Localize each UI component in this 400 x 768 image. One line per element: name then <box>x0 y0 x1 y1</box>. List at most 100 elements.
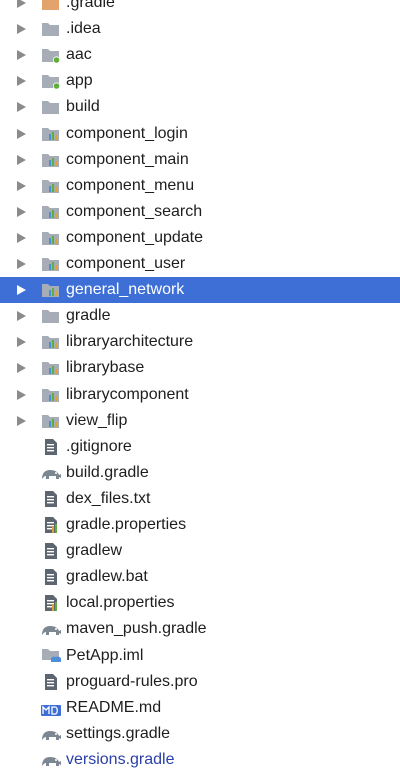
expand-arrow-icon[interactable] <box>17 232 26 243</box>
tree-item-label: component_login <box>66 124 188 142</box>
tree-item-label: aac <box>66 46 92 64</box>
tree-item-dex-files-txt[interactable]: dex_files.txt <box>0 486 400 512</box>
text-file-icon <box>40 542 62 560</box>
tree-item-label: component_main <box>66 150 189 168</box>
tree-item-label: general_network <box>66 281 185 299</box>
tree-item-label: .gradle <box>66 0 115 11</box>
folder-orange-icon <box>40 0 62 12</box>
library-folder-icon <box>40 177 62 195</box>
tree-item-component-search[interactable]: component_search <box>0 199 400 225</box>
tree-item-gitignore[interactable]: .gitignore <box>0 434 400 460</box>
tree-item-label: README.md <box>66 698 162 716</box>
library-folder-icon <box>40 255 62 273</box>
expand-arrow-icon[interactable] <box>17 337 26 348</box>
tree-item-component-main[interactable]: component_main <box>0 147 400 173</box>
library-folder-icon <box>40 281 62 299</box>
tree-item-librarybase[interactable]: librarybase <box>0 355 400 381</box>
library-folder-icon <box>40 412 62 430</box>
tree-item-label: libraryarchitecture <box>66 333 194 351</box>
library-folder-icon <box>40 229 62 247</box>
tree-item-gradle-properties[interactable]: gradle.properties <box>0 512 400 538</box>
library-folder-icon <box>40 151 62 169</box>
expand-arrow-icon[interactable] <box>17 102 26 113</box>
tree-item-label: PetApp.iml <box>66 646 144 664</box>
library-folder-icon <box>40 386 62 404</box>
tree-item-label: component_search <box>66 202 203 220</box>
tree-item-gradlew-bat[interactable]: gradlew.bat <box>0 564 400 590</box>
tree-item-label: .gitignore <box>66 437 132 455</box>
library-folder-icon <box>40 203 62 221</box>
project-tree: .gradle .idea aac app build component_loginco… <box>0 0 400 768</box>
expand-arrow-icon[interactable] <box>17 180 26 191</box>
expand-arrow-icon[interactable] <box>17 259 26 269</box>
text-file-icon <box>40 490 62 508</box>
tree-item-component-update[interactable]: component_update <box>0 225 400 251</box>
expand-arrow-icon[interactable] <box>17 154 26 165</box>
tree-item-gradle[interactable]: gradle <box>0 303 400 329</box>
tree-item-proguard-rules-pro[interactable]: proguard-rules.pro <box>0 669 400 695</box>
tree-item-label: gradlew.bat <box>66 568 148 586</box>
tree-item-label: maven_push.gradle <box>66 620 207 638</box>
expand-arrow-icon[interactable] <box>17 285 26 296</box>
folder-icon <box>40 98 62 116</box>
tree-item-app[interactable]: app <box>0 68 400 94</box>
expand-arrow-icon[interactable] <box>17 76 26 87</box>
text-file-icon <box>40 673 62 691</box>
expand-arrow-icon[interactable] <box>17 50 26 61</box>
tree-item-component-login[interactable]: component_login <box>0 121 400 147</box>
tree-item-general-network[interactable]: general_network <box>0 277 400 304</box>
tree-item-label: component_update <box>66 228 203 246</box>
tree-item-label: settings.gradle <box>66 724 171 742</box>
tree-item-settings-gradle[interactable]: settings.gradle <box>0 721 400 747</box>
tree-item-idea[interactable]: .idea <box>0 16 400 42</box>
expand-arrow-icon[interactable] <box>17 311 26 322</box>
tree-item-label: gradlew <box>66 542 123 560</box>
tree-item-libraryarchitecture[interactable]: libraryarchitecture <box>0 329 400 355</box>
module-folder-icon <box>40 72 62 90</box>
tree-item-label: build <box>66 98 100 116</box>
gradle-elephant-icon <box>40 751 62 768</box>
expand-arrow-icon[interactable] <box>17 128 26 139</box>
tree-item-librarycomponent[interactable]: librarycomponent <box>0 382 400 408</box>
tree-item-label: versions.gradle <box>66 750 175 768</box>
tree-item-petapp-iml[interactable]: PetApp.iml <box>0 643 400 669</box>
module-folder-icon <box>40 46 62 64</box>
library-folder-icon <box>40 359 62 377</box>
tree-item-label: app <box>66 72 93 90</box>
tree-item-build[interactable]: build <box>0 94 400 120</box>
tree-item-label: component_user <box>66 255 186 272</box>
tree-item-gradle[interactable]: .gradle <box>0 0 400 16</box>
tree-item-component-menu[interactable]: component_menu <box>0 173 400 199</box>
expand-arrow-icon[interactable] <box>17 363 26 374</box>
folder-icon <box>40 20 62 38</box>
tree-item-versions-gradle[interactable]: versions.gradle <box>0 747 400 768</box>
text-file-icon <box>40 568 62 586</box>
iml-module-icon <box>40 647 62 665</box>
tree-item-label: .idea <box>66 20 101 38</box>
expand-arrow-icon[interactable] <box>17 206 26 217</box>
tree-item-label: gradle.properties <box>66 516 187 533</box>
tree-item-local-properties[interactable]: local.properties <box>0 590 400 616</box>
tree-item-label: view_flip <box>66 411 128 429</box>
tree-item-component-user[interactable]: component_user <box>0 251 400 277</box>
tree-item-maven-push-gradle[interactable]: maven_push.gradle <box>0 616 400 642</box>
properties-file-icon <box>40 594 62 612</box>
folder-icon <box>40 307 62 325</box>
tree-item-build-gradle[interactable]: build.gradle <box>0 460 400 486</box>
expand-arrow-icon[interactable] <box>17 415 26 426</box>
tree-item-view-flip[interactable]: view_flip <box>0 408 400 434</box>
expand-arrow-icon[interactable] <box>17 0 26 8</box>
library-folder-icon <box>40 333 62 351</box>
text-file-icon <box>40 438 62 456</box>
expand-arrow-icon[interactable] <box>17 24 26 35</box>
gradle-elephant-icon <box>40 464 62 482</box>
tree-item-label: local.properties <box>66 594 175 612</box>
tree-item-gradlew[interactable]: gradlew <box>0 538 400 564</box>
tree-item-label: librarycomponent <box>66 385 189 403</box>
tree-item-readme-md[interactable]: README.md <box>0 695 400 721</box>
tree-item-label: librarybase <box>66 359 145 377</box>
expand-arrow-icon[interactable] <box>17 389 26 400</box>
tree-item-label: gradle <box>66 307 111 325</box>
tree-item-aac[interactable]: aac <box>0 42 400 68</box>
markdown-file-icon <box>40 699 62 717</box>
